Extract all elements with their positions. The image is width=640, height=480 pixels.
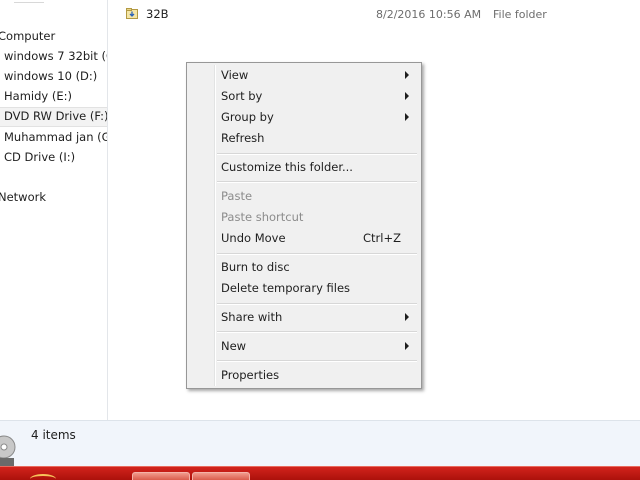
menu-separator (217, 303, 417, 305)
nav-drive-i[interactable]: CD Drive (I:) (4, 148, 75, 166)
submenu-arrow-icon (405, 113, 409, 121)
menu-item-label: Paste shortcut (221, 210, 304, 224)
burn-folder-icon (126, 8, 138, 19)
nav-computer[interactable]: Computer (0, 27, 55, 45)
menu-item-group-by[interactable]: Group by (189, 107, 419, 127)
menu-item-label: Delete temporary files (221, 281, 351, 295)
menu-separator (217, 331, 417, 333)
nav-drive-d[interactable]: windows 10 (D:) (4, 67, 97, 85)
menu-item-customize-folder[interactable]: Customize this folder... (189, 157, 419, 177)
explorer-window: Computer windows 7 32bit (C:) windows 10… (0, 0, 640, 480)
submenu-arrow-icon (405, 71, 409, 79)
menu-item-label: Customize this folder... (221, 160, 353, 174)
menu-item-view[interactable]: View (189, 65, 419, 85)
navigation-pane[interactable]: Computer windows 7 32bit (C:) windows 10… (0, 0, 108, 420)
submenu-arrow-icon (405, 313, 409, 321)
menu-item-paste[interactable]: Paste (189, 186, 419, 206)
menu-item-paste-shortcut[interactable]: Paste shortcut (189, 207, 419, 227)
file-date: 8/2/2016 10:56 AM (376, 8, 482, 21)
menu-item-label: New (221, 339, 247, 353)
menu-separator (217, 253, 417, 255)
menu-separator (217, 360, 417, 362)
menu-item-label: Refresh (221, 131, 265, 145)
menu-item-label: Properties (221, 368, 280, 382)
file-name[interactable]: 32B (146, 7, 169, 21)
menu-item-label: Paste (221, 189, 253, 203)
start-button[interactable] (30, 474, 56, 480)
taskbar-button[interactable] (132, 472, 190, 480)
menu-separator (217, 181, 417, 183)
nav-top-fragment (14, 0, 44, 3)
menu-item-label: View (221, 68, 249, 82)
nav-drive-c[interactable]: windows 7 32bit (C:) (4, 47, 107, 65)
menu-item-share-with[interactable]: Share with (189, 307, 419, 327)
nav-drive-f[interactable]: DVD RW Drive (F:) M (0, 107, 107, 127)
menu-item-delete-temp-files[interactable]: Delete temporary files (189, 278, 419, 298)
menu-item-burn-to-disc[interactable]: Burn to disc (189, 257, 419, 277)
submenu-arrow-icon (405, 342, 409, 350)
menu-separator (217, 153, 417, 155)
menu-item-label: Share with (221, 310, 283, 324)
nav-network[interactable]: Network (0, 188, 46, 206)
menu-item-label: Burn to disc (221, 260, 290, 274)
context-menu[interactable]: View Sort by Group by Refresh Customize … (186, 62, 422, 389)
disc-icon (0, 435, 16, 466)
menu-item-refresh[interactable]: Refresh (189, 128, 419, 148)
file-type: File folder (493, 8, 547, 21)
menu-item-properties[interactable]: Properties (189, 365, 419, 385)
menu-item-label: Group by (221, 110, 274, 124)
menu-item-label: Sort by (221, 89, 263, 103)
nav-drive-g[interactable]: Muhammad jan (G:) (4, 128, 107, 146)
menu-item-new[interactable]: New (189, 336, 419, 356)
menu-item-label: Undo Move (221, 231, 286, 245)
menu-item-sort-by[interactable]: Sort by (189, 86, 419, 106)
details-pane: 4 items (0, 420, 640, 467)
nav-drive-e[interactable]: Hamidy (E:) (4, 87, 72, 105)
submenu-arrow-icon (405, 92, 409, 100)
item-count: 4 items (31, 428, 76, 442)
file-row[interactable]: 32B 8/2/2016 10:56 AM File folder (108, 5, 640, 23)
taskbar-button[interactable] (192, 472, 250, 480)
menu-item-undo-move[interactable]: Undo Move Ctrl+Z (189, 228, 419, 248)
menu-item-shortcut: Ctrl+Z (363, 231, 401, 245)
taskbar[interactable] (0, 466, 640, 480)
